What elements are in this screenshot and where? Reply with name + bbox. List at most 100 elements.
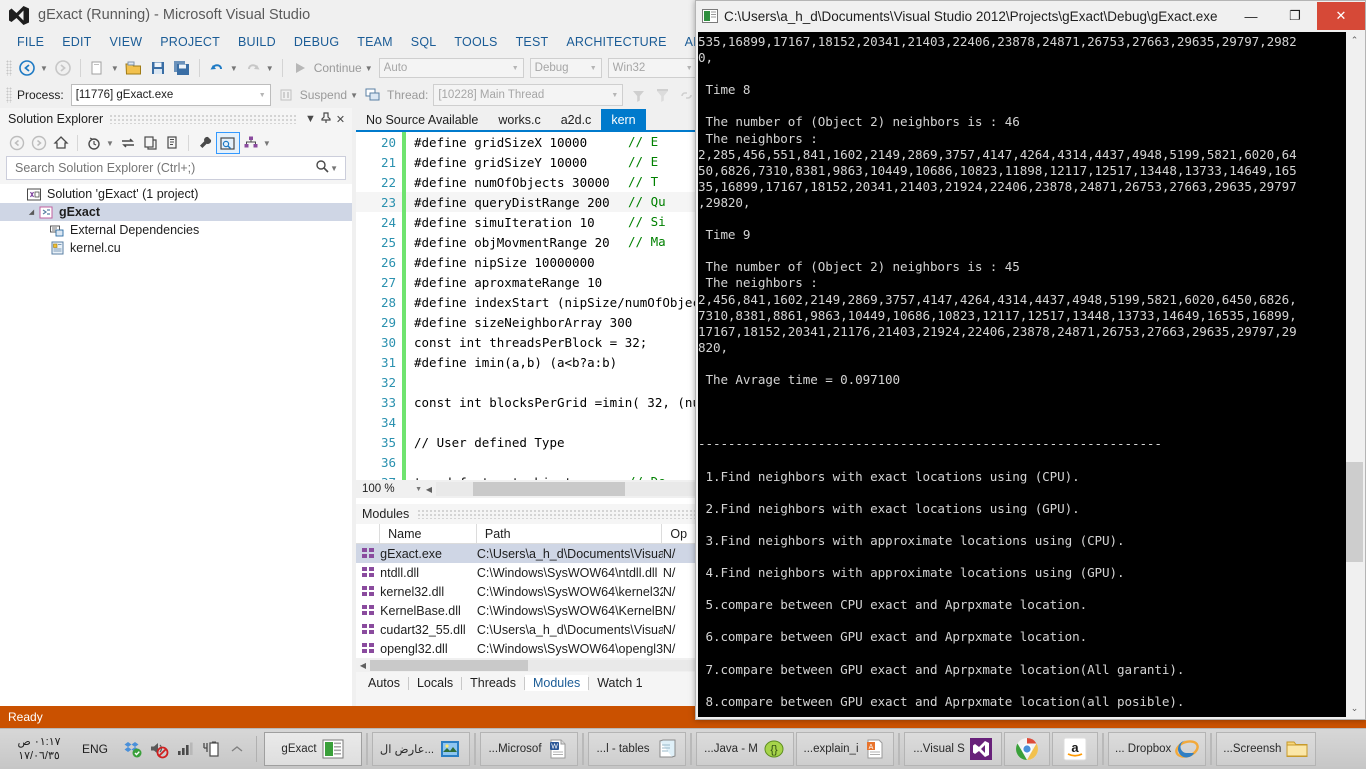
code-line[interactable]: 26 #define nipSize 10000000 bbox=[356, 252, 700, 272]
tab-watch-1[interactable]: Watch 1 bbox=[589, 675, 650, 691]
code-text-area[interactable]: // E 20 #define gridSizeX 10000 // E 21 #defi… bbox=[356, 132, 700, 480]
undo-dropdown-icon[interactable]: ▼ bbox=[230, 64, 238, 73]
toolbar-overflow-icon[interactable]: ▼ bbox=[263, 139, 271, 148]
menu-file[interactable]: FILE bbox=[8, 33, 53, 51]
suspend-label[interactable]: Suspend bbox=[300, 88, 347, 102]
pending-changes-icon[interactable] bbox=[83, 133, 105, 153]
column-header-path[interactable]: Path bbox=[477, 524, 663, 543]
continue-dropdown-icon[interactable]: ▼ bbox=[365, 64, 373, 73]
scrollbar-thumb[interactable] bbox=[1346, 462, 1363, 562]
tab-autos[interactable]: Autos bbox=[360, 675, 408, 691]
menu-debug[interactable]: DEBUG bbox=[285, 33, 348, 51]
tab-a2d-c[interactable]: a2d.c bbox=[550, 109, 602, 130]
code-line[interactable]: 29 #define sizeNeighborArray 300 bbox=[356, 312, 700, 332]
save-icon[interactable] bbox=[146, 57, 170, 79]
console-output[interactable]: 535,16899,17167,18152,20341,21403,22406,… bbox=[698, 32, 1345, 717]
menu-sql[interactable]: SQL bbox=[402, 33, 446, 51]
console-titlebar[interactable]: C:\Users\a_h_d\Documents\Visual Studio 2… bbox=[696, 1, 1365, 31]
editor-zoom-level[interactable]: 100 % ▼ bbox=[358, 483, 422, 495]
platform-target-combo[interactable]: Auto ▼ bbox=[378, 58, 524, 78]
filter-clear-icon[interactable] bbox=[650, 84, 674, 106]
open-file-icon[interactable] bbox=[122, 57, 146, 79]
table-row[interactable]: KernelBase.dll C:\Windows\SysWOW64\Kernel… bbox=[356, 601, 700, 620]
tab-modules[interactable]: Modules bbox=[524, 675, 589, 691]
continue-button-label[interactable]: Continue bbox=[314, 61, 362, 75]
tab-no-source-available[interactable]: No Source Available bbox=[356, 109, 489, 130]
clock[interactable]: ٠١:١٧ ص ١٧/٠٦/٣٥ bbox=[10, 735, 68, 763]
network-signal-icon[interactable] bbox=[172, 736, 198, 762]
taskbar-item-screenshots-folder[interactable]: ...Screensh bbox=[1216, 732, 1317, 766]
save-all-icon[interactable] bbox=[170, 57, 194, 79]
panel-drag-dots[interactable] bbox=[109, 114, 297, 124]
volume-muted-icon[interactable] bbox=[146, 736, 172, 762]
menu-architecture[interactable]: ARCHITECTURE bbox=[557, 33, 675, 51]
taskbar-item-gexact[interactable]: gExact bbox=[264, 732, 363, 766]
tree-item-kernel-cu[interactable]: kernel.cu bbox=[0, 239, 352, 257]
close-button[interactable]: ✕ bbox=[1317, 2, 1365, 30]
panel-drag-dots[interactable] bbox=[417, 509, 696, 519]
code-line[interactable]: 35 // User defined Type bbox=[356, 432, 700, 452]
code-line[interactable]: 32 bbox=[356, 372, 700, 392]
toolbar-grip-2[interactable] bbox=[6, 87, 12, 103]
redo-dropdown-icon[interactable]: ▼ bbox=[266, 64, 274, 73]
column-header-name[interactable]: Name bbox=[380, 524, 477, 543]
taskbar-item-chrome[interactable] bbox=[1004, 732, 1051, 766]
search-options-dropdown-icon[interactable]: ▼ bbox=[330, 164, 338, 173]
forward-icon[interactable] bbox=[28, 133, 50, 153]
navigate-back-icon[interactable] bbox=[15, 57, 39, 79]
suspend-icon[interactable] bbox=[274, 84, 298, 106]
console-client-area[interactable]: 535,16899,17167,18152,20341,21403,22406,… bbox=[698, 32, 1363, 717]
console-vertical-scrollbar[interactable]: ⌃ ⌄ bbox=[1345, 32, 1363, 717]
scroll-left-arrow[interactable]: ◀ bbox=[422, 485, 436, 494]
minimize-button[interactable]: — bbox=[1229, 2, 1273, 30]
code-line[interactable]: 36 bbox=[356, 452, 700, 472]
undo-icon[interactable] bbox=[205, 57, 229, 79]
pin-icon[interactable] bbox=[318, 111, 333, 127]
class-view-icon[interactable] bbox=[240, 133, 262, 153]
tab-works-c[interactable]: works.c bbox=[488, 109, 551, 130]
hscroll-thumb[interactable] bbox=[472, 482, 625, 496]
code-line[interactable]: 34 bbox=[356, 412, 700, 432]
modules-grid[interactable]: Name Path Op gExact.exe C:\Users\a_h_d\Do… bbox=[356, 524, 700, 658]
navigate-forward-icon[interactable] bbox=[51, 57, 75, 79]
tree-item-project-gexact[interactable]: ◢ gExact bbox=[0, 203, 352, 221]
code-line[interactable]: 27 #define aproxmateRange 10 bbox=[356, 272, 700, 292]
menu-project[interactable]: PROJECT bbox=[151, 33, 229, 51]
tab-kernel-cu[interactable]: kern bbox=[601, 109, 646, 130]
new-item-icon[interactable] bbox=[86, 57, 110, 79]
dropbox-icon[interactable] bbox=[120, 736, 146, 762]
back-icon[interactable] bbox=[6, 133, 28, 153]
toolbar-grip[interactable] bbox=[6, 60, 12, 76]
filter-icon[interactable] bbox=[626, 84, 650, 106]
table-row[interactable]: opengl32.dll C:\Windows\SysWOW64\opengl3.… bbox=[356, 639, 700, 658]
menu-view[interactable]: VIEW bbox=[100, 33, 151, 51]
language-indicator[interactable]: ENG bbox=[82, 742, 108, 756]
hscroll-track[interactable] bbox=[436, 482, 698, 496]
taskbar-item-java[interactable]: ...Java - M {} bbox=[696, 732, 795, 766]
taskbar-item-amazon[interactable]: a bbox=[1052, 732, 1099, 766]
menu-edit[interactable]: EDIT bbox=[53, 33, 100, 51]
thread-stack-icon[interactable] bbox=[361, 84, 385, 106]
taskbar-item-dropbox-ie[interactable]: ... Dropbox bbox=[1108, 732, 1207, 766]
redo-icon[interactable] bbox=[241, 57, 265, 79]
table-row[interactable]: ntdll.dll C:\Windows\SysWOW64\ntdll.dll N/ bbox=[356, 563, 700, 582]
taskbar-item-tables-notepad[interactable]: ...l - tables bbox=[588, 732, 687, 766]
home-icon[interactable] bbox=[50, 133, 72, 153]
table-row[interactable]: kernel32.dll C:\Windows\SysWOW64\kernel32… bbox=[356, 582, 700, 601]
table-row[interactable]: gExact.exe C:\Users\a_h_d\Documents\Visua… bbox=[356, 544, 700, 563]
continue-play-icon[interactable] bbox=[288, 57, 312, 79]
new-item-dropdown-icon[interactable]: ▼ bbox=[111, 64, 119, 73]
sync-with-active-document-icon[interactable] bbox=[117, 133, 139, 153]
tree-item-external-dependencies[interactable]: External Dependencies bbox=[0, 221, 352, 239]
code-line[interactable]: 31 #define imin(a,b) (a<b?a:b) bbox=[356, 352, 700, 372]
show-hidden-icons-icon[interactable] bbox=[224, 736, 250, 762]
properties-wrench-icon[interactable] bbox=[194, 133, 216, 153]
preview-selected-items-icon[interactable] bbox=[215, 132, 240, 154]
solution-platform-combo[interactable]: Win32 ▼ bbox=[607, 58, 698, 78]
chevron-down-icon[interactable]: ▼ bbox=[303, 113, 318, 125]
editor-horizontal-scrollbar[interactable]: 100 % ▼ ◀ bbox=[356, 480, 700, 498]
taskbar-item-visual-studio[interactable]: ...Visual S bbox=[904, 732, 1003, 766]
table-row[interactable]: cudart32_55.dll C:\Users\a_h_d\Documents\… bbox=[356, 620, 700, 639]
tab-locals[interactable]: Locals bbox=[409, 675, 461, 691]
menu-tools[interactable]: TOOLS bbox=[445, 33, 506, 51]
